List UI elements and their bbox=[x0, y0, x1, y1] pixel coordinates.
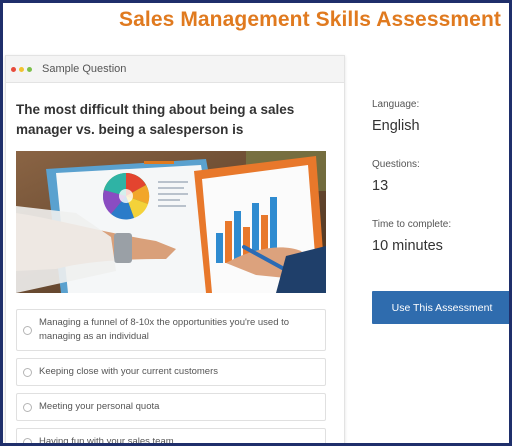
radio-button-icon[interactable] bbox=[23, 438, 32, 443]
answer-option-label: Meeting your personal quota bbox=[39, 401, 160, 412]
questions-value: 13 bbox=[372, 178, 389, 194]
card-header: Sample Question bbox=[6, 56, 344, 83]
radio-button-icon[interactable] bbox=[23, 403, 32, 412]
answer-option-4[interactable]: Having fun with your sales team bbox=[16, 428, 326, 446]
questions-detail: Questions: 13 bbox=[372, 159, 507, 219]
assessment-details: Language: English Questions: 13 Time to … bbox=[372, 99, 507, 279]
card-header-label: Sample Question bbox=[42, 63, 127, 75]
answer-option-3[interactable]: Meeting your personal quota bbox=[16, 393, 326, 421]
time-label: Time to complete: bbox=[372, 219, 452, 230]
red-dot-icon bbox=[11, 67, 16, 72]
language-label: Language: bbox=[372, 99, 420, 110]
answer-options: Managing a funnel of 8-10x the opportuni… bbox=[16, 309, 326, 446]
questions-label: Questions: bbox=[372, 159, 420, 170]
use-assessment-button[interactable]: Use This Assessment bbox=[372, 291, 509, 324]
window-dots bbox=[11, 67, 32, 72]
sales-charts-photo-icon bbox=[16, 151, 326, 293]
page-title: Sales Management Skills Assessment bbox=[119, 8, 501, 31]
radio-button-icon[interactable] bbox=[23, 368, 32, 377]
radio-button-icon[interactable] bbox=[23, 326, 32, 335]
green-dot-icon bbox=[27, 67, 32, 72]
time-value: 10 minutes bbox=[372, 238, 443, 254]
answer-option-2[interactable]: Keeping close with your current customer… bbox=[16, 358, 326, 386]
sample-question-card: Sample Question The most difficult thing… bbox=[5, 55, 345, 446]
yellow-dot-icon bbox=[19, 67, 24, 72]
answer-option-label: Keeping close with your current customer… bbox=[39, 366, 218, 377]
answer-option-label: Having fun with your sales team bbox=[39, 436, 174, 446]
assessment-frame: Sales Management Skills Assessment Sampl… bbox=[0, 0, 512, 446]
question-text: The most difficult thing about being a s… bbox=[16, 102, 295, 137]
language-value: English bbox=[372, 118, 420, 134]
answer-option-1[interactable]: Managing a funnel of 8-10x the opportuni… bbox=[16, 309, 326, 351]
language-detail: Language: English bbox=[372, 99, 507, 159]
question-illustration bbox=[16, 151, 326, 293]
answer-option-label: Managing a funnel of 8-10x the opportuni… bbox=[39, 317, 290, 342]
time-detail: Time to complete: 10 minutes bbox=[372, 219, 507, 279]
